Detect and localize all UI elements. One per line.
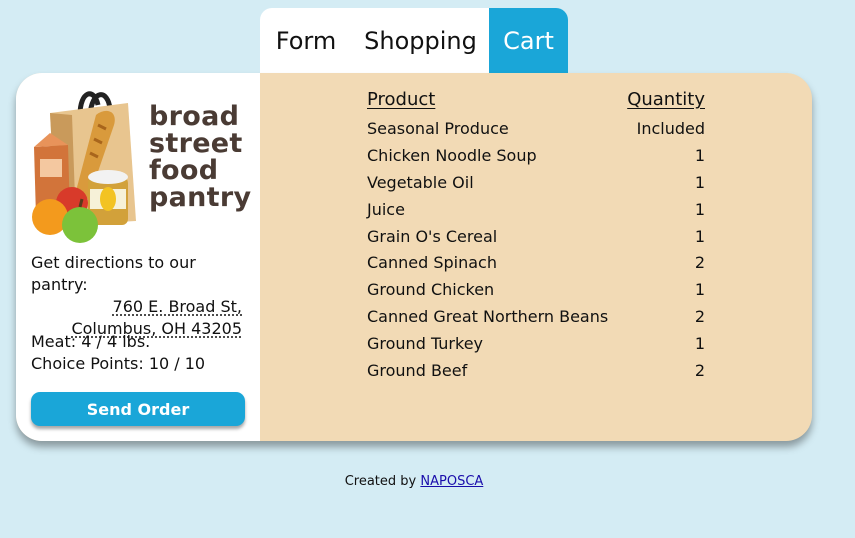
address-link-line1[interactable]: 760 E. Broad St,: [31, 296, 242, 318]
table-row: Ground Chicken 1: [367, 277, 705, 304]
table-row: Grain O's Cereal 1: [367, 224, 705, 251]
cart-card: broad street food pantry Get directions …: [16, 73, 812, 441]
product-name: Vegetable Oil: [367, 172, 474, 192]
product-name: Ground Chicken: [367, 280, 495, 300]
table-row: Ground Beef 2: [367, 358, 705, 385]
product-quantity: 2: [694, 253, 705, 273]
tab-cart[interactable]: Cart: [489, 8, 568, 74]
tab-shopping-label: Shopping: [364, 27, 477, 55]
choice-points: Choice Points: 10 / 10: [31, 354, 206, 373]
grocery-bag-icon: [32, 91, 136, 243]
naposca-link[interactable]: NAPOSCA: [420, 474, 483, 489]
tab-cart-label: Cart: [503, 27, 554, 55]
product-quantity: 1: [694, 145, 705, 165]
tab-form-label: Form: [275, 27, 337, 55]
product-name: Ground Beef: [367, 361, 468, 381]
pantry-logo: broad street food pantry: [32, 85, 251, 245]
product-quantity: 1: [694, 334, 705, 354]
tab-form[interactable]: Form: [260, 8, 352, 74]
table-row: Vegetable Oil 1: [367, 170, 705, 197]
table-header: Product Quantity: [367, 89, 705, 112]
directions-label: Get directions to our pantry:: [31, 253, 196, 294]
send-order-button[interactable]: Send Order: [31, 392, 245, 426]
footer: Created by NAPOSCA: [0, 474, 828, 489]
quantity-column-header: Quantity: [627, 89, 705, 110]
product-name: Canned Spinach: [367, 253, 497, 273]
tab-shopping[interactable]: Shopping: [352, 8, 489, 74]
tab-bar: Form Shopping Cart: [260, 8, 568, 74]
product-quantity: Included: [636, 119, 705, 138]
table-row: Chicken Noodle Soup 1: [367, 143, 705, 170]
logo-line: broad: [149, 101, 240, 132]
product-name: Ground Turkey: [367, 334, 484, 354]
cart-table: Product Quantity Seasonal Produce Include…: [367, 89, 705, 385]
table-row: Canned Spinach 2: [367, 250, 705, 277]
logo-line: food: [149, 155, 219, 186]
table-row: Canned Great Northern Beans 2: [367, 304, 705, 331]
logo-line: pantry: [149, 182, 252, 213]
product-quantity: 1: [694, 199, 705, 219]
logo-wordmark: broad street food pantry: [149, 103, 251, 211]
footer-credit: Created by: [344, 474, 417, 489]
product-name: Chicken Noodle Soup: [367, 145, 537, 165]
product-quantity: 2: [694, 307, 705, 327]
product-name: Canned Great Northern Beans: [367, 307, 609, 327]
product-quantity: 1: [694, 226, 705, 246]
table-row: Ground Turkey 1: [367, 331, 705, 358]
table-row: Juice 1: [367, 197, 705, 224]
product-quantity: 2: [694, 361, 705, 381]
directions: Get directions to our pantry: 760 E. Bro…: [31, 252, 242, 340]
sidebar: broad street food pantry Get directions …: [16, 73, 260, 441]
table-row: Seasonal Produce Included: [367, 116, 705, 143]
product-name: Seasonal Produce: [367, 119, 509, 138]
meat-count: Meat: 4 / 4 lbs.: [31, 332, 151, 351]
product-column-header: Product: [367, 89, 436, 110]
logo-line: street: [149, 128, 243, 159]
product-name: Grain O's Cereal: [367, 226, 498, 246]
product-quantity: 1: [694, 172, 705, 192]
order-stats: Meat: 4 / 4 lbs. Choice Points: 10 / 10: [31, 331, 205, 375]
product-quantity: 1: [694, 280, 705, 300]
product-name: Juice: [367, 199, 405, 219]
